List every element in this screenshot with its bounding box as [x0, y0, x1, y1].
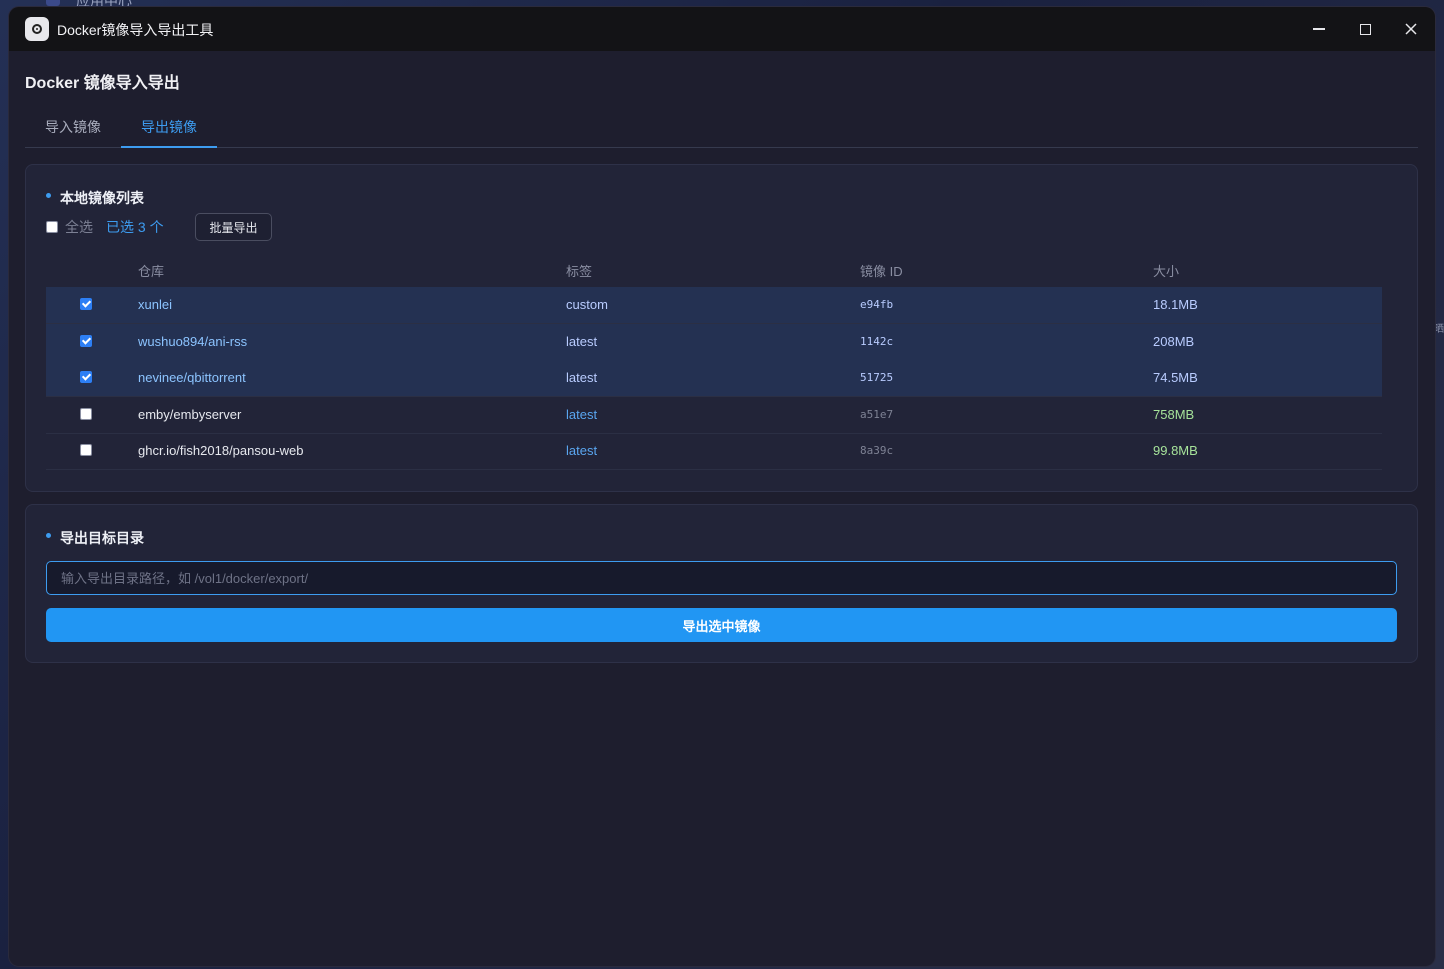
repo-cell: xunlei — [138, 297, 172, 312]
window-title: Docker镜像导入导出工具 — [57, 22, 214, 38]
page-title: Docker 镜像导入导出 — [25, 75, 180, 92]
size-cell: 208MB — [1153, 334, 1195, 349]
table-row[interactable]: ghcr.io/fish2018/pansou-web latest 8a39c… — [46, 433, 1382, 470]
image-table: 仓库 标签 镜像 ID 大小 xunlei custom e94fb 18.1M… — [46, 251, 1398, 471]
row-checkbox[interactable] — [80, 298, 92, 310]
background-app-icon — [46, 0, 60, 6]
repo-cell: nevinee/qbittorrent — [138, 370, 246, 385]
tag-cell: latest — [566, 407, 598, 422]
repo-cell: wushuo894/ani-rss — [138, 334, 248, 349]
batch-export-button[interactable]: 批量导出 — [195, 213, 272, 241]
tag-cell: latest — [566, 370, 598, 385]
size-cell: 74.5MB — [1153, 370, 1198, 385]
selected-count: 已选 3 个 — [106, 219, 164, 235]
app-window: Docker镜像导入导出工具 Docker 镜像导入导出 导入镜像 导出镜像 本… — [9, 7, 1435, 966]
select-all-label[interactable]: 全选 — [65, 217, 93, 237]
export-target-title: 导出目标目录 — [46, 528, 144, 548]
app-logo-icon — [25, 17, 49, 41]
table-row[interactable]: wushuo894/ani-rss latest 1142c 208MB — [46, 324, 1382, 361]
repo-cell: emby/embyserver — [138, 407, 242, 422]
size-cell: 99.8MB — [1153, 443, 1198, 458]
size-cell: 758MB — [1153, 407, 1195, 422]
table-row[interactable]: xunlei custom e94fb 18.1MB — [46, 287, 1382, 324]
tab-bar: 导入镜像 导出镜像 — [25, 108, 1418, 148]
export-selected-button[interactable]: 导出选中镜像 — [46, 608, 1397, 642]
row-checkbox[interactable] — [80, 371, 92, 383]
repo-cell: ghcr.io/fish2018/pansou-web — [138, 443, 304, 458]
tag-cell: latest — [566, 443, 598, 458]
maximize-button[interactable] — [1351, 15, 1379, 43]
titlebar: Docker镜像导入导出工具 — [9, 7, 1435, 51]
image-id-cell: 8a39c — [860, 444, 894, 457]
tag-cell: latest — [566, 334, 598, 349]
row-checkbox[interactable] — [80, 408, 92, 420]
image-id-cell: 1142c — [860, 335, 894, 348]
close-icon — [1405, 23, 1417, 35]
column-header-size: 大小 — [1153, 264, 1180, 279]
column-header-image-id: 镜像 ID — [860, 264, 903, 279]
image-id-cell: a51e7 — [860, 408, 894, 421]
row-checkbox[interactable] — [80, 335, 92, 347]
image-list-card: 本地镜像列表 全选 已选 3 个 批量导出 仓库 标签 镜像 ID 大小 xun… — [25, 164, 1418, 492]
close-button[interactable] — [1397, 15, 1425, 43]
tab-export-image[interactable]: 导出镜像 — [121, 108, 217, 148]
size-cell: 18.1MB — [1153, 297, 1198, 312]
selection-toolbar: 全选 已选 3 个 — [46, 213, 164, 241]
table-header: 仓库 标签 镜像 ID 大小 — [46, 251, 1382, 287]
table-row[interactable]: emby/embyserver latest a51e7 758MB — [46, 397, 1382, 434]
column-header-repo: 仓库 — [138, 264, 165, 279]
export-target-card: 导出目标目录 导出选中镜像 — [25, 504, 1418, 663]
export-path-input[interactable] — [46, 561, 1397, 595]
column-header-tag: 标签 — [566, 264, 593, 279]
select-all-checkbox[interactable] — [46, 221, 58, 233]
background-edge-glyph: 晒 — [1434, 324, 1444, 335]
image-id-cell: 51725 — [860, 371, 894, 384]
tab-import-image[interactable]: 导入镜像 — [25, 108, 121, 147]
minimize-button[interactable] — [1305, 15, 1333, 43]
row-checkbox[interactable] — [80, 444, 92, 456]
tag-cell: custom — [566, 297, 608, 312]
image-list-title: 本地镜像列表 — [46, 188, 144, 208]
image-id-cell: e94fb — [860, 298, 894, 311]
table-row[interactable]: nevinee/qbittorrent latest 51725 74.5MB — [46, 360, 1382, 397]
